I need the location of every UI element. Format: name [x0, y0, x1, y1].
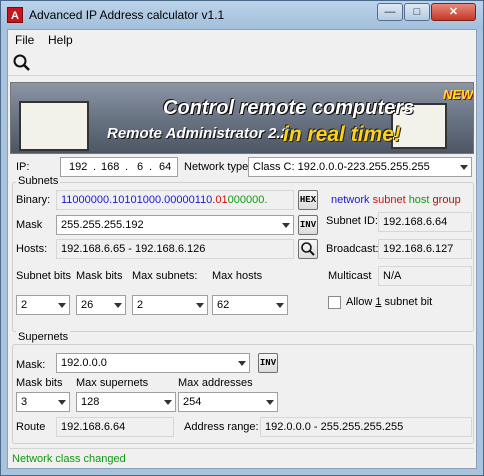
network-type-select[interactable]: Class C: 192.0.0.0-223.255.255.255	[248, 157, 472, 177]
subnet-bits-select[interactable]: 2	[16, 295, 70, 315]
subnet-mask-value: 255.255.255.192	[61, 219, 144, 231]
subnet-bits-label: Subnet bits	[16, 270, 72, 282]
chevron-down-icon	[58, 303, 66, 308]
banner-screen-image	[19, 101, 89, 151]
menu-help[interactable]: Help	[48, 33, 73, 47]
broadcast-field: 192.168.6.127	[378, 239, 472, 259]
max-addresses-select[interactable]: 254	[178, 392, 278, 412]
multicast-field: N/A	[378, 266, 472, 286]
ip-octet-2: 168	[101, 161, 120, 173]
chevron-down-icon	[114, 303, 122, 308]
search-icon	[301, 242, 315, 256]
ip-label: IP:	[16, 161, 30, 173]
advertisement-banner[interactable]: Control remote computers Remote Administ…	[10, 82, 474, 154]
supernet-mask-bits-value: 3	[21, 396, 28, 408]
search-icon[interactable]	[11, 52, 33, 74]
binary-subnet-bits: 01	[215, 194, 228, 206]
network-type-label: Network type:	[184, 161, 252, 173]
binary-host-bits: 000000.	[227, 194, 268, 206]
window-title: Advanced IP Address calculator v1.1	[29, 8, 225, 22]
subnet-bits-value: 2	[21, 299, 28, 311]
chevron-down-icon	[266, 400, 274, 405]
mask-bits-select[interactable]: 26	[76, 295, 126, 315]
chevron-down-icon	[58, 400, 66, 405]
chevron-down-icon	[276, 303, 284, 308]
menu-file[interactable]: File	[15, 33, 34, 47]
subnet-id-label: Subnet ID:	[326, 215, 378, 227]
close-button[interactable]: ✕	[431, 3, 476, 21]
supernet-mask-value: 192.0.0.0	[61, 357, 107, 369]
hosts-range-field: 192.168.6.65 - 192.168.6.126	[56, 239, 294, 259]
max-addresses-label: Max addresses	[178, 377, 253, 389]
allow-subnet-bit-checkbox[interactable]	[328, 296, 341, 309]
chevron-down-icon	[238, 361, 246, 366]
broadcast-label: Broadcast:	[326, 243, 379, 255]
allow-subnet-bit-label[interactable]: Allow 1 subnet bit	[346, 296, 432, 308]
max-addresses-value: 254	[183, 396, 202, 408]
legend-network: network	[331, 194, 370, 206]
title-bar[interactable]: A Advanced IP Address calculator v1.1 — …	[1, 1, 483, 29]
address-range-label: Address range:	[184, 421, 259, 433]
app-window: A Advanced IP Address calculator v1.1 — …	[0, 0, 484, 476]
menu-bar: File Help	[8, 30, 476, 50]
binary-label: Binary:	[16, 194, 51, 206]
subnet-mask-select[interactable]: 255.255.255.192	[56, 215, 294, 235]
supernet-mask-inv-button[interactable]: INV	[258, 353, 278, 373]
max-supernets-value: 128	[81, 396, 100, 408]
client-area: File Help Control remote computers Remot…	[7, 29, 477, 469]
banner-headline: Control remote computers	[163, 97, 415, 119]
banner-product: Remote Administrator 2.2	[107, 125, 289, 142]
route-field: 192.168.6.64	[56, 417, 174, 437]
legend-subnet: subnet	[372, 194, 406, 206]
legend-group: group	[432, 194, 461, 206]
toolbar	[8, 50, 476, 76]
hex-button[interactable]: HEX	[298, 190, 318, 210]
chevron-down-icon	[196, 303, 204, 308]
legend-host: host	[408, 194, 430, 206]
mask-bits-label: Mask bits	[76, 270, 123, 282]
supernets-title: Supernets	[16, 331, 71, 343]
subnet-mask-inv-button[interactable]: INV	[298, 215, 318, 235]
minimize-button[interactable]: —	[377, 3, 403, 21]
supernet-mask-bits-select[interactable]: 3	[16, 392, 70, 412]
chevron-down-icon	[282, 223, 290, 228]
mask-bits-value: 26	[81, 299, 94, 311]
status-bar: Network class changed	[10, 448, 474, 468]
route-label: Route	[16, 421, 46, 433]
subnets-title: Subnets	[16, 175, 61, 187]
subnet-id-field: 192.168.6.64	[378, 212, 472, 232]
banner-new-badge: NEW!	[443, 87, 474, 102]
max-subnets-label: Max subnets:	[132, 270, 198, 282]
status-text: Network class changed	[12, 453, 126, 465]
max-hosts-select[interactable]: 62	[212, 295, 288, 315]
hosts-label: Hosts:	[16, 243, 48, 255]
address-range-field: 192.0.0.0 - 255.255.255.255	[260, 417, 472, 437]
search-button[interactable]	[298, 239, 318, 259]
mask-label: Mask	[16, 219, 43, 231]
network-type-value: Class C: 192.0.0.0-223.255.255.255	[253, 161, 430, 173]
binary-network-bits: 11000000.10101000.00000110.	[61, 194, 216, 206]
ip-address-input[interactable]: 192 . 168 . 6 . 64	[60, 157, 178, 177]
ip-octet-3: 6	[137, 161, 144, 173]
chevron-down-icon	[164, 400, 172, 405]
banner-tagline: in real time!	[283, 123, 401, 146]
supernet-mask-label: Mask:	[16, 359, 46, 371]
max-supernets-select[interactable]: 128	[76, 392, 176, 412]
chevron-down-icon	[460, 165, 468, 170]
binary-display: 11000000.10101000.00000110.01000000.	[56, 190, 294, 210]
max-subnets-value: 2	[137, 299, 144, 311]
supernet-mask-bits-label: Mask bits	[16, 377, 63, 389]
max-subnets-select[interactable]: 2	[132, 295, 208, 315]
max-hosts-label: Max hosts	[212, 270, 263, 282]
color-legend: network subnet host group	[331, 194, 461, 206]
app-logo-icon: A	[7, 7, 23, 23]
max-supernets-label: Max supernets	[76, 377, 149, 389]
ip-octet-4: 64	[159, 161, 172, 173]
multicast-label: Multicast	[328, 270, 372, 282]
supernet-mask-select[interactable]: 192.0.0.0	[56, 353, 250, 373]
maximize-button[interactable]: □	[404, 3, 430, 21]
ip-octet-1: 192	[69, 161, 88, 173]
max-hosts-value: 62	[217, 299, 230, 311]
